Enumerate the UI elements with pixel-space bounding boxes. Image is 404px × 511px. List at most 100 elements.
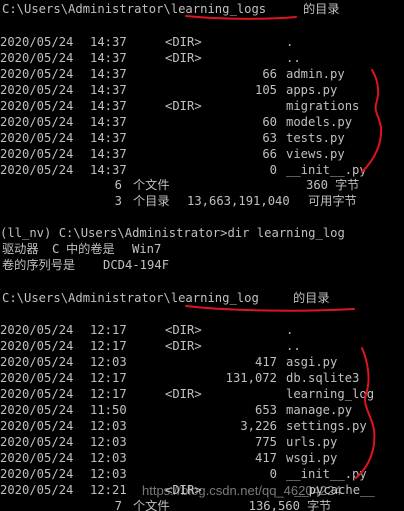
console-window[interactable]: C:\Users\Administrator\learning_logs 的目录 2…: [0, 0, 404, 511]
console-text: 字节: [307, 499, 332, 511]
console-text: 131,072: [225, 371, 277, 385]
console-text: 14:37: [90, 131, 127, 145]
console-text: 14:37: [90, 35, 127, 49]
console-text: .: [286, 35, 294, 49]
console-text: 2020/05/24: [0, 387, 74, 401]
console-text: learning_log: [286, 387, 375, 401]
console-line: 2020/05/24 14:37 66 views.py: [0, 146, 404, 162]
console-text: 可用字节: [308, 194, 357, 208]
console-text: 0: [269, 467, 277, 481]
console-text: migrations: [286, 99, 360, 113]
console-text: (ll_nv) C:\Users\Administrator>dir learn…: [0, 226, 345, 240]
console-text: 12:03: [90, 435, 127, 449]
console-text: 2020/05/24: [0, 371, 74, 385]
console-text: ..: [286, 339, 301, 353]
console-line: 6 个文件 360 字节: [0, 177, 404, 193]
console-text: 11:50: [90, 403, 127, 417]
console-text: 2020/05/24: [0, 115, 74, 129]
console-text: 3,226: [240, 419, 277, 433]
console-text: 417: [254, 451, 277, 465]
console-line: (ll_nv) C:\Users\Administrator>dir learn…: [0, 225, 404, 241]
console-text: 的目录: [293, 291, 330, 305]
console-text: 个目录: [133, 194, 170, 208]
console-text: 14:37: [90, 115, 127, 129]
console-line: 2020/05/24 14:37 105 apps.py: [0, 82, 404, 98]
console-text: DCD4-194F: [103, 258, 170, 272]
console-text: wsgi.py: [286, 451, 338, 465]
console-text: 417: [254, 355, 277, 369]
console-text: 12:03: [90, 467, 127, 481]
console-text: 卷的序列号是: [2, 258, 76, 272]
console-text: 字节: [335, 178, 360, 192]
console-line: 2020/05/24 12:03 0 __init__.py: [0, 466, 404, 482]
console-text: 13,663,191,040: [187, 194, 290, 208]
console-line: 2020/05/24 12:17 <DIR>.: [0, 322, 404, 338]
console-text: 2020/05/24: [0, 99, 74, 113]
console-text: 2020/05/24: [0, 339, 74, 353]
console-text: 2020/05/24: [0, 51, 74, 65]
console-text: 14:37: [90, 67, 127, 81]
console-text: 12:03: [90, 451, 127, 465]
console-text: 136,560: [248, 499, 300, 511]
console-text: 14:37: [90, 51, 127, 65]
console-text: 12:03: [90, 419, 127, 433]
console-text: C:\Users\Administrator\learning_log: [2, 291, 259, 305]
console-text: 2020/05/24: [0, 419, 74, 433]
console-text: 2020/05/24: [0, 435, 74, 449]
console-line: 2020/05/24 14:37 <DIR>.: [0, 34, 404, 50]
console-line: 2020/05/24 14:37 0 __init__.py: [0, 162, 404, 178]
console-text: tests.py: [286, 131, 345, 145]
console-text: 2020/05/24: [0, 163, 74, 177]
console-text: manage.py: [286, 403, 353, 417]
console-line: 7 个文件 136,560 字节: [0, 498, 404, 511]
console-text: 775: [254, 435, 277, 449]
console-text: 12:17: [90, 371, 127, 385]
console-line: 2020/05/24 14:37 63 tests.py: [0, 130, 404, 146]
console-text: 2020/05/24: [0, 355, 74, 369]
console-line: 2020/05/24 12:03 775 urls.py: [0, 434, 404, 450]
console-text: 66: [262, 67, 277, 81]
console-text: 105: [254, 83, 277, 97]
console-text: 12:17: [90, 339, 127, 353]
console-text: C: [52, 242, 60, 256]
console-text: 3: [114, 194, 122, 208]
console-text: settings.py: [286, 419, 367, 433]
console-line: 卷的序列号是 DCD4-194F: [0, 257, 404, 273]
console-text: 63: [262, 131, 277, 145]
console-text: 2020/05/24: [0, 147, 74, 161]
console-text: 66: [262, 147, 277, 161]
console-text: db.sqlite3: [286, 371, 360, 385]
console-text: admin.py: [286, 67, 345, 81]
console-text: 12:21: [90, 483, 127, 497]
console-text: 中的卷是: [66, 242, 115, 256]
console-text: <DIR>: [165, 51, 202, 65]
console-text: ..: [286, 51, 301, 65]
console-line: 2020/05/24 11:50 653 manage.py: [0, 402, 404, 418]
console-line: 2020/05/24 12:17 <DIR> learning_log: [0, 386, 404, 402]
console-text: asgi.py: [286, 355, 338, 369]
console-line: C:\Users\Administrator\learning_logs 的目录: [0, 1, 404, 17]
console-text: 个文件: [133, 499, 170, 511]
console-line: 2020/05/24 14:37 <DIR> migrations: [0, 98, 404, 114]
console-text: 14:37: [90, 163, 127, 177]
console-text: models.py: [286, 115, 353, 129]
console-text: views.py: [286, 147, 345, 161]
console-text: .: [286, 323, 294, 337]
console-line: 2020/05/24 12:03 417 asgi.py: [0, 354, 404, 370]
console-text: C:\Users\Administrator\learning_logs: [2, 2, 267, 16]
console-text: 12:17: [90, 387, 127, 401]
console-text: 2020/05/24: [0, 323, 74, 337]
console-line: C:\Users\Administrator\learning_log 的目录: [0, 290, 404, 306]
console-text: 2020/05/24: [0, 35, 74, 49]
console-text: 2020/05/24: [0, 67, 74, 81]
watermark: https://blog.csdn.net/qq_46204224: [142, 483, 342, 498]
console-text: 14:37: [90, 83, 127, 97]
console-text: 2020/05/24: [0, 451, 74, 465]
console-text: 2020/05/24: [0, 83, 74, 97]
console-text: __init__.py: [286, 163, 367, 177]
console-line: 2020/05/24 12:17 131,072 db.sqlite3: [0, 370, 404, 386]
console-text: 6: [114, 178, 122, 192]
console-line: 2020/05/24 14:37 66 admin.py: [0, 66, 404, 82]
console-text: 的目录: [303, 2, 340, 16]
console-text: 0: [269, 163, 277, 177]
